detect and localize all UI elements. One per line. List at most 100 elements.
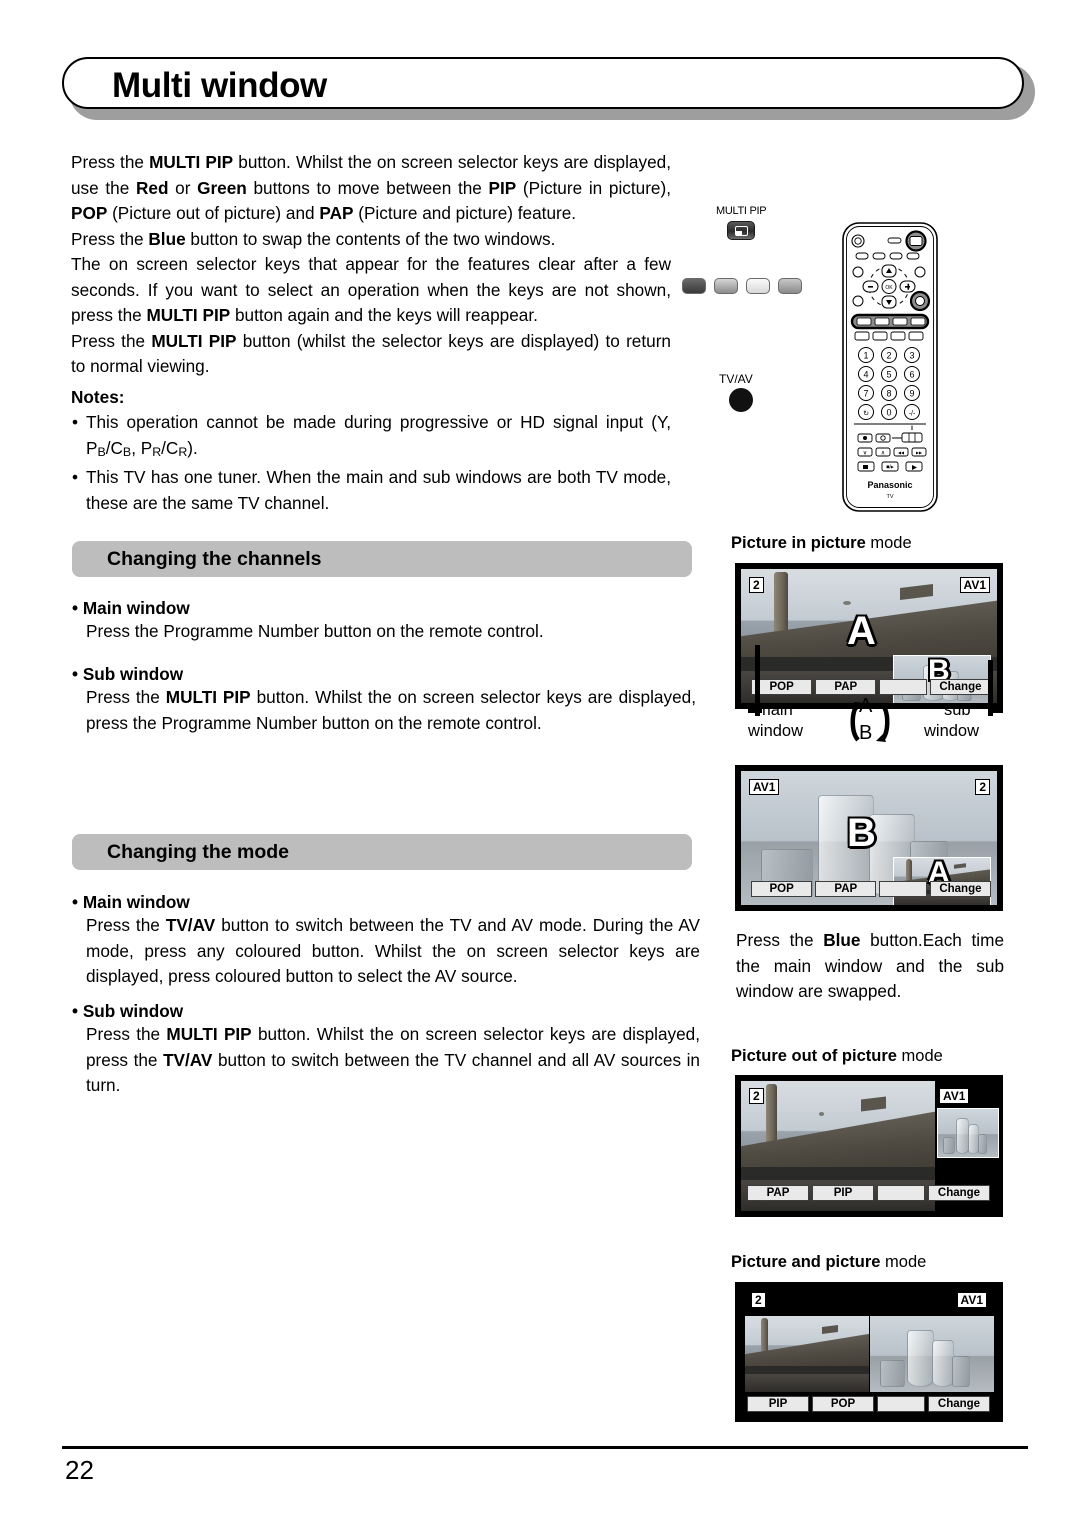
osd-key-bar-pip: POP PAP Change — [751, 679, 991, 695]
svg-text:5: 5 — [886, 370, 891, 380]
osd-key-pip[interactable]: PIP — [747, 1396, 809, 1412]
pap-right-window — [870, 1316, 994, 1392]
osd-main-source-tag: AV1 — [749, 779, 780, 795]
osd-key-pop[interactable]: POP — [812, 1396, 874, 1412]
intro-p2-a: Press the — [71, 228, 149, 249]
osd-key-change[interactable]: Change — [928, 1396, 990, 1412]
osd-key-blank[interactable] — [877, 1396, 925, 1412]
svg-text:∧: ∧ — [881, 451, 885, 457]
figure-pap-tv: 2 AV1 PIP POP Change — [735, 1282, 1003, 1422]
svg-text:-/-: -/- — [909, 411, 916, 418]
osd-key-pap[interactable]: PAP — [747, 1185, 809, 1201]
tv-av-button[interactable] — [729, 388, 753, 412]
osd-key-change[interactable]: Change — [929, 679, 991, 695]
figure-caption-pop: Picture out of picture mode — [731, 1047, 943, 1066]
remote-brand-sub: TV — [886, 494, 893, 500]
subheading-label: Main window — [82, 892, 190, 912]
intro-p3-c: button again and the keys will reappear. — [230, 305, 538, 325]
osd-main-letter: A — [847, 609, 876, 653]
multi-pip-button[interactable] — [727, 221, 755, 240]
photo-eave — [741, 1166, 935, 1180]
note1-sub3: R — [152, 444, 162, 459]
bullet-icon: • — [72, 467, 79, 488]
footer-divider — [62, 1446, 1028, 1449]
swap-letter-top: A — [859, 695, 873, 717]
label-main-window-line2: window — [748, 722, 804, 740]
green-key[interactable] — [714, 278, 738, 294]
leader-elbow-sub — [988, 708, 1003, 713]
intro-p1-pop: POP — [71, 203, 108, 223]
note1-e: ). — [187, 437, 198, 458]
osd-key-change[interactable]: Change — [929, 881, 991, 897]
svg-text:6: 6 — [909, 370, 914, 380]
photo-glass-1 — [907, 1329, 935, 1388]
notes-block: Notes: • This operation cannot be made du… — [71, 385, 671, 516]
photo-base — [745, 1373, 869, 1392]
osd-key-pap[interactable]: PAP — [815, 881, 877, 897]
ch-sub-multipip: MULTI PIP — [165, 687, 251, 707]
figure-pop-tv: 2 AV1 PAP PIP Change — [735, 1075, 1003, 1217]
label-sub-window-line2: window — [924, 722, 980, 740]
intro-paragraph-3: The on screen selector keys that appear … — [71, 252, 671, 329]
osd-key-pip[interactable]: PIP — [812, 1185, 874, 1201]
osd-key-pop[interactable]: POP — [751, 881, 813, 897]
osd-main-channel-tag: 2 — [749, 577, 764, 593]
osd-key-change[interactable]: Change — [928, 1185, 990, 1201]
osd-key-pap[interactable]: PAP — [815, 679, 877, 695]
subheading-main-window-channels: • Main window — [72, 598, 190, 619]
pip-caption-light: mode — [865, 534, 912, 552]
figure-pip-swapped-tv: AV1 2 B A POP PAP Change — [735, 765, 1003, 911]
notes-label: Notes: — [71, 387, 125, 407]
label-main-window: main — [757, 701, 793, 719]
page-number: 22 — [65, 1455, 94, 1485]
osd-sub-source-tag: AV1 — [956, 1292, 987, 1308]
photo-glass-3 — [951, 1355, 971, 1388]
note1-b: /C — [105, 437, 123, 458]
svg-text:‖: ‖ — [911, 426, 913, 432]
page-header: Multi window — [62, 57, 1035, 120]
intro-p1-g: buttons to move between the — [246, 177, 489, 198]
pap-caption-bold: Picture and picture — [731, 1253, 881, 1271]
note1-sub1: B — [97, 444, 106, 459]
svg-text:0: 0 — [886, 408, 891, 418]
note-item: • This TV has one tuner. When the main an… — [71, 465, 671, 516]
subheading-label: Sub window — [82, 1001, 184, 1021]
osd-key-bar-pip-swapped: POP PAP Change — [751, 881, 991, 897]
svg-text:↻: ↻ — [863, 411, 869, 418]
yellow-key[interactable] — [746, 278, 770, 294]
pop-sub-window — [937, 1108, 999, 1158]
note1-sub4: R — [178, 444, 188, 459]
intro-p3-multipip: MULTI PIP — [146, 305, 231, 325]
osd-key-bar-pop: PAP PIP Change — [747, 1185, 991, 1201]
intro-p1-e: or — [168, 177, 198, 198]
photo-glasses — [938, 1109, 998, 1157]
intro-p4-a: Press the — [71, 330, 152, 351]
osd-main-letter: B — [847, 811, 876, 855]
osd-key-blank[interactable] — [879, 881, 927, 897]
note-item: • This operation cannot be made during pr… — [71, 410, 671, 465]
note1-sub2: B — [122, 444, 132, 459]
intro-p1-pip: PIP — [488, 177, 517, 198]
bullet-icon: • — [72, 412, 79, 432]
blue-key[interactable] — [778, 278, 802, 294]
pop-caption-light: mode — [896, 1047, 943, 1065]
svg-text:3: 3 — [909, 351, 914, 361]
osd-key-blank[interactable] — [879, 679, 927, 695]
pop-caption-bold: Picture out of picture — [731, 1047, 897, 1065]
red-key[interactable] — [682, 278, 706, 294]
photo-chimney — [899, 584, 933, 601]
svg-text:∨: ∨ — [863, 451, 867, 457]
pip-screen: 2 AV1 A B POP PAP Change — [741, 569, 997, 703]
intro-p1-i: (Picture in picture), — [516, 177, 671, 198]
osd-key-blank[interactable] — [877, 1185, 925, 1201]
svg-text:4: 4 — [863, 370, 868, 380]
press-blue-a: Press the — [736, 930, 824, 950]
osd-sub-source-tag: AV1 — [959, 577, 990, 593]
subheading-main-window-mode: • Main window — [72, 892, 190, 913]
bullet-icon: • — [72, 1001, 79, 1021]
md-main-a: Press the — [86, 915, 166, 935]
tv-av-callout-label: TV/AV — [719, 372, 753, 386]
intro-p1-m: (Picture and picture) feature. — [353, 203, 577, 223]
svg-text:2: 2 — [886, 351, 891, 361]
osd-key-pop[interactable]: POP — [751, 679, 813, 695]
